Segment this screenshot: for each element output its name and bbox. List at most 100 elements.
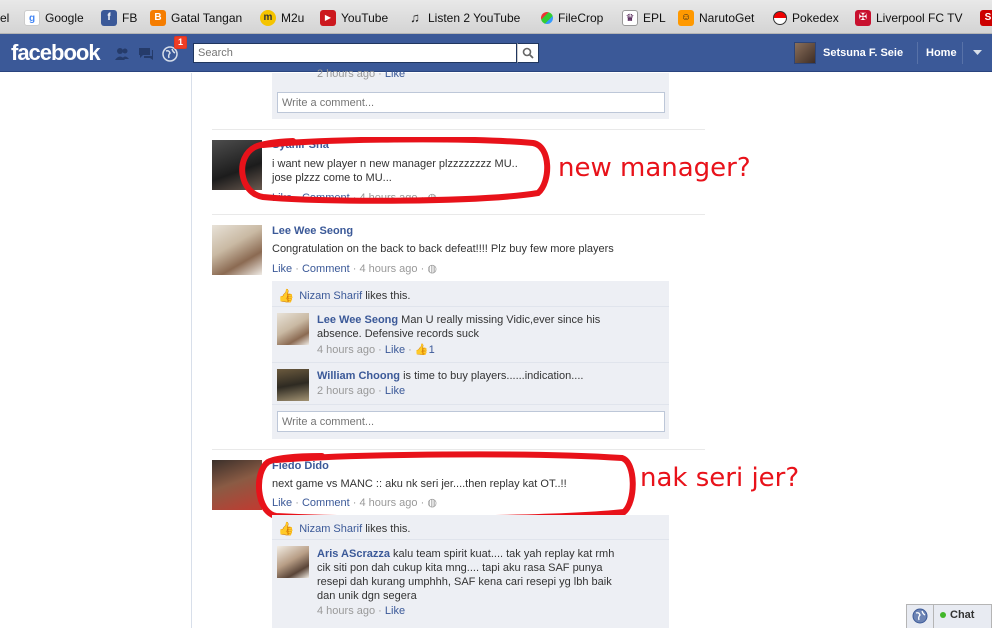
post-meta: Like · Comment · 4 hours ago · ◍	[272, 263, 437, 275]
online-status-icon	[940, 612, 946, 618]
bookmark-m2u[interactable]: m M2u	[260, 9, 304, 27]
public-globe-icon: ◍	[427, 263, 437, 275]
bookmark-epl[interactable]: ♛ EPL	[622, 9, 666, 27]
premier-league-icon: ♛	[622, 10, 638, 26]
comment-like-count[interactable]: 1	[429, 344, 435, 356]
bookmark-overflow[interactable]: S	[980, 9, 992, 27]
comment-link[interactable]: Comment	[302, 263, 350, 275]
bookmark-partial[interactable]: el	[0, 9, 9, 27]
liker-name[interactable]: Nizam Sharif	[299, 523, 362, 535]
comment-text: William Choong is time to buy players...…	[317, 369, 583, 383]
write-comment-input[interactable]	[277, 92, 665, 113]
comment-author-avatar[interactable]	[277, 313, 309, 345]
blogger-icon: B	[150, 10, 166, 26]
profile-avatar	[794, 42, 816, 64]
bookmark-label: NarutoGet	[699, 11, 755, 25]
bookmark-filecrop[interactable]: FileCrop	[541, 9, 603, 27]
likes-suffix: likes this.	[365, 290, 411, 302]
liker-name[interactable]: Nizam Sharif	[299, 290, 362, 302]
facebook-logo[interactable]: facebook	[11, 40, 101, 66]
like-link[interactable]: Like	[385, 605, 405, 617]
post-time[interactable]: 4 hours ago	[359, 263, 417, 275]
comment-author-name[interactable]: Lee Wee Seong	[317, 314, 398, 326]
notifications-badge[interactable]: 1	[174, 36, 188, 49]
chat-globe-button[interactable]	[906, 604, 934, 628]
bookmark-label: el	[0, 11, 10, 25]
comment-divider	[272, 362, 669, 363]
bookmark-youtube[interactable]: ▶ YouTube	[320, 9, 388, 27]
post-text: Congratulation on the back to back defea…	[272, 243, 614, 255]
account-menu-button[interactable]	[962, 42, 992, 64]
chevron-down-icon	[973, 50, 982, 55]
google-icon: g	[24, 10, 40, 26]
home-link[interactable]: Home	[917, 42, 957, 64]
comment-text-line: cik siti pon dah cukup kita mng.... tapi…	[317, 562, 603, 574]
comment-meta: 2 hours ago · Like	[317, 385, 406, 397]
like-link[interactable]: Like	[385, 344, 405, 356]
column-divider	[191, 73, 192, 628]
liverpool-icon: ✠	[855, 10, 871, 26]
chat-button[interactable]: Chat	[940, 609, 974, 621]
comment-text: Aris AScrazza kalu team spirit kuat.... …	[317, 547, 614, 603]
likes-suffix: likes this.	[365, 523, 411, 535]
search-button[interactable]	[517, 43, 539, 63]
search-icon	[522, 47, 534, 59]
youtube-icon: ▶	[320, 10, 336, 26]
comment-author-name[interactable]: William Choong	[317, 370, 400, 382]
bookmark-narutoget[interactable]: ☺ NarutoGet	[678, 9, 754, 27]
naruto-icon: ☺	[678, 10, 694, 26]
profile-link[interactable]: Setsuna F. Seie	[794, 42, 903, 64]
bookmark-liverpool[interactable]: ✠ Liverpool FC TV	[855, 9, 962, 27]
music-note-icon: ♫	[410, 10, 420, 25]
bookmark-label: Gatal Tangan	[171, 11, 243, 25]
comment-author-avatar[interactable]	[277, 369, 309, 401]
write-comment-input[interactable]	[277, 411, 665, 432]
news-feed: 2 hours ago · Like Syahir Sha i want new…	[0, 68, 992, 628]
bookmark-fb[interactable]: f FB	[101, 9, 137, 27]
comment-text-line: absence. Defensive records suck	[317, 328, 480, 340]
globe-icon	[912, 608, 927, 624]
post-author-avatar[interactable]	[212, 225, 262, 275]
bookmark-gatal-tangan[interactable]: B Gatal Tangan	[150, 9, 242, 27]
filecrop-icon	[541, 12, 553, 24]
pokeball-icon	[773, 11, 787, 25]
like-link[interactable]: Like	[385, 68, 405, 80]
bookmark-listen2youtube[interactable]: ♫ Listen 2 YouTube	[407, 9, 520, 27]
red-highlight-circle	[239, 137, 551, 204]
bookmark-pokedex[interactable]: Pokedex	[773, 9, 839, 27]
comment-author-avatar[interactable]	[277, 546, 309, 578]
search-input[interactable]	[193, 43, 517, 63]
friend-requests-icon[interactable]	[114, 46, 130, 62]
bookmark-label: Liverpool FC TV	[876, 11, 963, 25]
thumbs-up-icon[interactable]: 👍	[415, 344, 429, 356]
comment-meta: 4 hours ago · Like · 👍1	[317, 344, 435, 356]
thumbs-up-icon: 👍	[278, 288, 295, 303]
bookmark-label: FileCrop	[558, 11, 604, 25]
post-author-name[interactable]: Lee Wee Seong	[272, 225, 353, 237]
comment-text-line: is time to buy players......indication..…	[403, 370, 584, 382]
comment-time[interactable]: 2 hours ago	[317, 385, 375, 397]
facebook-icon: f	[101, 10, 117, 26]
bookmarks-bar: el g Google f FB B Gatal Tangan m M2u ▶ …	[0, 0, 992, 34]
bookmark-label: Google	[45, 11, 84, 25]
chat-label: Chat	[950, 609, 975, 621]
messages-icon[interactable]	[138, 46, 154, 62]
comment-time[interactable]: 4 hours ago	[317, 605, 375, 617]
like-link[interactable]: Like	[272, 263, 292, 275]
overflow-bookmark-icon: S	[980, 10, 992, 26]
bookmark-google[interactable]: g Google	[24, 9, 84, 27]
maybank-icon: m	[260, 10, 276, 26]
like-link[interactable]: Like	[385, 385, 405, 397]
comment-author-name[interactable]: Aris AScrazza	[317, 548, 390, 560]
bookmark-label: Listen 2 YouTube	[428, 11, 521, 25]
likes-summary: 👍 Nizam Sharif likes this.	[278, 288, 410, 304]
annotation-text: nak seri jer?	[640, 463, 800, 493]
profile-name: Setsuna F. Seie	[823, 47, 904, 59]
comment-time[interactable]: 4 hours ago	[317, 344, 375, 356]
bookmark-label: M2u	[281, 11, 305, 25]
annotation-text: new manager?	[558, 153, 751, 183]
facebook-top-bar: facebook 1 Setsuna F. Seie Home	[0, 34, 992, 72]
comment-time: 2 hours ago	[317, 68, 376, 80]
comment-meta: 2 hours ago · Like	[317, 68, 406, 80]
comment-meta: 4 hours ago · Like	[317, 605, 406, 617]
